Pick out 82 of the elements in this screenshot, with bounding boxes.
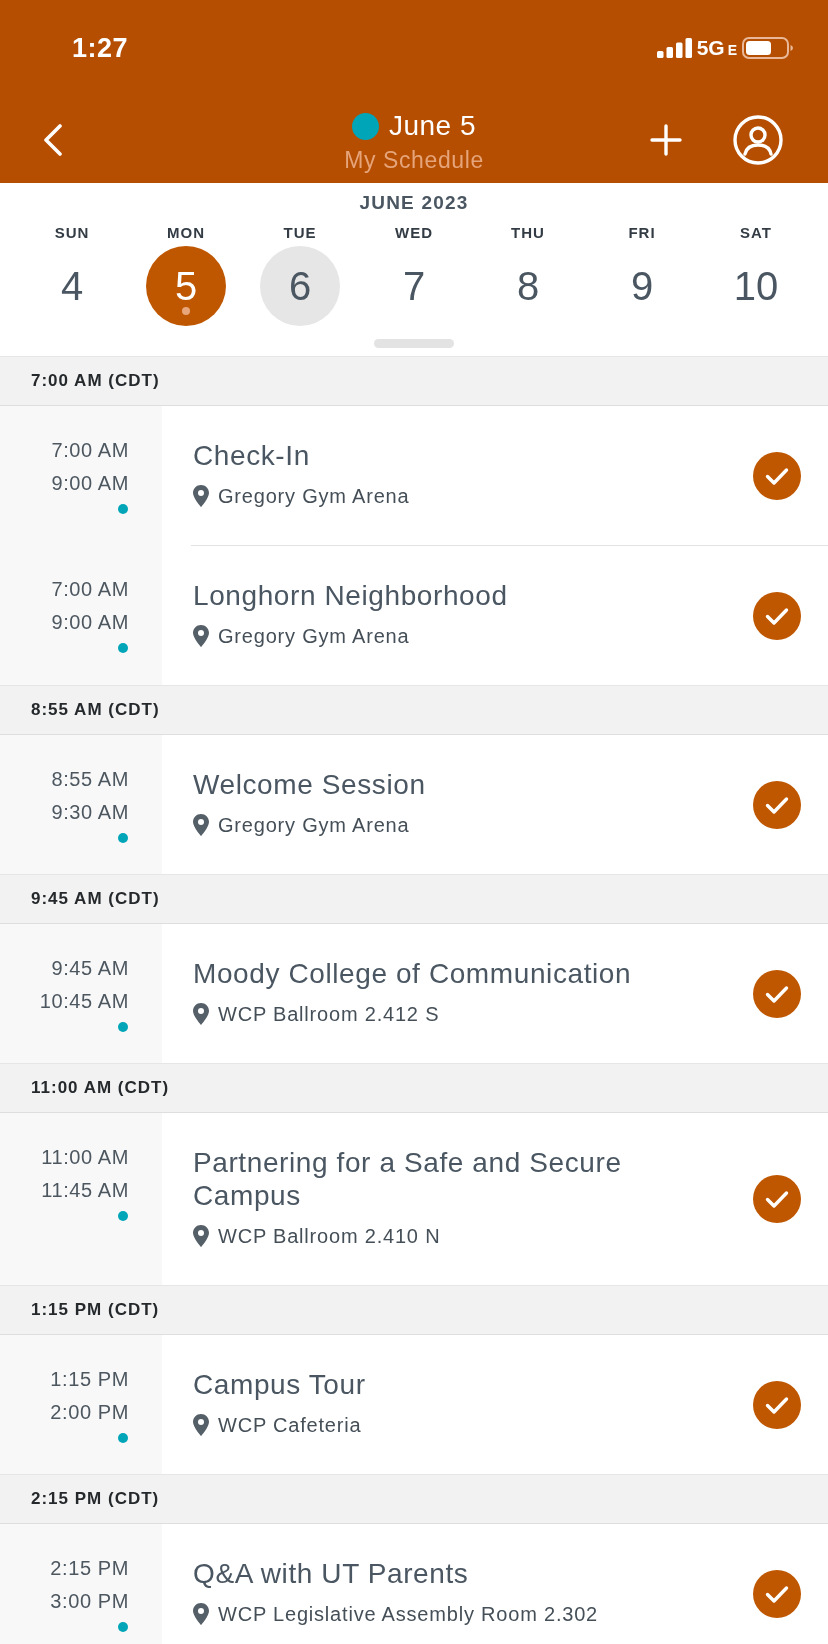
date-button[interactable]: 5 xyxy=(146,246,226,326)
event-dot-icon xyxy=(118,643,128,653)
date-button[interactable]: 9 xyxy=(602,246,682,326)
location-label: Gregory Gym Arena xyxy=(218,813,410,837)
weekday-label: MON xyxy=(167,223,205,243)
weekday-label: WED xyxy=(395,223,433,243)
event-title: Campus Tour xyxy=(193,1368,367,1401)
date-button[interactable]: 8 xyxy=(488,246,568,326)
event-dot-icon xyxy=(118,1211,128,1221)
section-header: 11:00 AM (CDT) xyxy=(0,1063,828,1113)
nav-subtitle: My Schedule xyxy=(344,147,484,173)
check-circle-icon[interactable] xyxy=(753,451,801,500)
location-pin-icon xyxy=(193,1003,209,1025)
profile-icon[interactable] xyxy=(733,114,783,165)
location-label: Gregory Gym Arena xyxy=(218,624,410,648)
event-dot-icon xyxy=(118,504,128,514)
network-suffix: E xyxy=(727,41,737,58)
end-time: 9:00 AM xyxy=(51,471,129,496)
event-title: Q&A with UT Parents xyxy=(193,1557,470,1590)
month-label: JUNE 2023 xyxy=(358,191,470,215)
location-label: WCP Ballroom 2.410 N xyxy=(218,1224,441,1248)
date-button[interactable]: 7 xyxy=(374,246,454,326)
battery-icon xyxy=(742,37,793,59)
start-time: 2:15 PM xyxy=(50,1556,129,1581)
add-icon[interactable] xyxy=(650,123,682,156)
event-title: Partnering for a Safe and Secure Campus xyxy=(193,1146,623,1212)
location-label: WCP Legislative Assembly Room 2.302 xyxy=(218,1602,598,1626)
status-time: 1:27 xyxy=(72,32,129,64)
event-title: Welcome Session xyxy=(193,768,427,801)
dot-icon xyxy=(351,112,379,140)
location-pin-icon xyxy=(193,814,209,836)
weekday-label: SUN xyxy=(54,223,90,243)
location-pin-icon xyxy=(193,625,209,647)
start-time: 7:00 AM xyxy=(51,438,129,463)
end-time: 3:00 PM xyxy=(50,1589,129,1614)
start-time: 11:00 AM xyxy=(41,1145,129,1170)
event-dot-icon xyxy=(118,1433,128,1443)
weekday-label: TUE xyxy=(283,223,317,243)
check-circle-icon[interactable] xyxy=(753,1380,801,1429)
section-header: 2:15 PM (CDT) xyxy=(0,1474,828,1524)
end-time: 11:45 AM xyxy=(41,1178,129,1203)
date-button[interactable]: 4 xyxy=(32,246,112,326)
weekday-label: SAT xyxy=(740,223,772,243)
date-button[interactable]: 10 xyxy=(716,246,796,326)
back-icon[interactable] xyxy=(43,123,63,156)
event-dot-icon xyxy=(118,833,128,843)
location-pin-icon xyxy=(193,1225,209,1247)
location-pin-icon xyxy=(193,1414,209,1436)
end-time: 10:45 AM xyxy=(39,989,129,1014)
start-time: 8:55 AM xyxy=(51,767,129,792)
event-title: Longhorn Neighborhood xyxy=(193,579,509,612)
weekday-label: THU xyxy=(511,223,545,243)
section-header: 9:45 AM (CDT) xyxy=(0,874,828,924)
check-circle-icon[interactable] xyxy=(753,1569,801,1618)
end-time: 2:00 PM xyxy=(50,1400,129,1425)
check-circle-icon[interactable] xyxy=(753,591,801,640)
event-title: Moody College of Communication xyxy=(193,957,633,990)
section-header: 8:55 AM (CDT) xyxy=(0,685,828,735)
section-header: 1:15 PM (CDT) xyxy=(0,1285,828,1335)
event-title: Check-In xyxy=(193,439,311,472)
check-circle-icon[interactable] xyxy=(753,1175,801,1223)
start-time: 1:15 PM xyxy=(50,1367,129,1392)
location-label: Gregory Gym Arena xyxy=(218,484,410,508)
location-label: WCP Cafeteria xyxy=(218,1413,362,1437)
section-header: 7:00 AM (CDT) xyxy=(0,356,828,406)
location-label: WCP Ballroom 2.412 S xyxy=(218,1002,440,1026)
end-time: 9:00 AM xyxy=(51,610,129,635)
start-time: 9:45 AM xyxy=(51,956,129,981)
network-label: 5G xyxy=(696,37,725,59)
event-dot-icon xyxy=(118,1022,128,1032)
signal-icon xyxy=(656,38,693,58)
nav-title: June 5 xyxy=(388,110,477,142)
start-time: 7:00 AM xyxy=(51,577,129,602)
weekday-label: FRI xyxy=(628,223,656,243)
location-pin-icon xyxy=(193,485,209,507)
drag-handle[interactable] xyxy=(374,339,454,348)
location-pin-icon xyxy=(193,1603,209,1625)
event-dot-icon xyxy=(118,1622,128,1632)
check-circle-icon[interactable] xyxy=(753,969,801,1018)
check-circle-icon[interactable] xyxy=(753,780,801,829)
date-button[interactable]: 6 xyxy=(260,246,340,326)
end-time: 9:30 AM xyxy=(51,800,129,825)
